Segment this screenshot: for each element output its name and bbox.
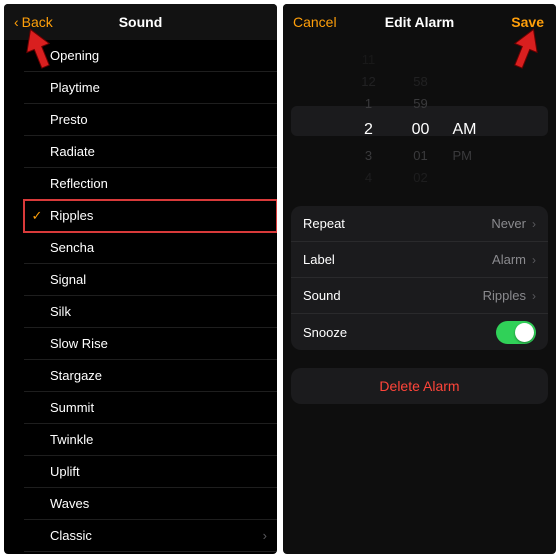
sound-item-label: Presto [50, 112, 277, 127]
save-button[interactable]: Save [511, 14, 544, 30]
chevron-left-icon: ‹ [14, 15, 19, 29]
chevron-right-icon: › [532, 217, 536, 231]
sound-item-label: Summit [50, 400, 277, 415]
sound-item-label: Waves [50, 496, 277, 511]
list-item[interactable]: Summit [24, 392, 277, 424]
chevron-right-icon: › [532, 253, 536, 267]
checkmark-icon: ✓ [24, 208, 50, 224]
sound-item-label: Uplift [50, 464, 277, 479]
row-label[interactable]: Label Alarm › [291, 242, 548, 278]
chevron-right-icon: › [263, 528, 267, 543]
list-item[interactable]: Uplift [24, 456, 277, 488]
navbar-edit: Cancel Edit Alarm Save [283, 4, 556, 40]
page-title: Sound [119, 14, 163, 30]
list-item[interactable]: Reflection [24, 168, 277, 200]
row-repeat[interactable]: Repeat Never › [291, 206, 548, 242]
sound-item-label: Stargaze [50, 368, 277, 383]
list-item[interactable]: Radiate [24, 136, 277, 168]
list-item[interactable]: ✓Ripples [24, 200, 277, 232]
sound-item-label: Signal [50, 272, 277, 287]
picker-hour[interactable]: 11 12 1 2 3 4 [343, 49, 395, 189]
save-label: Save [511, 14, 544, 30]
delete-alarm-button[interactable]: Delete Alarm [291, 368, 548, 404]
sound-item-label: Reflection [50, 176, 277, 191]
sound-item-label: Ripples [50, 208, 277, 223]
picker-ampm[interactable]: . . . AM PM . [447, 49, 497, 189]
list-item[interactable]: Twinkle [24, 424, 277, 456]
delete-section: Delete Alarm [291, 368, 548, 404]
cancel-button[interactable]: Cancel [293, 14, 337, 30]
back-label: Back [22, 14, 53, 30]
sound-item-label: Twinkle [50, 432, 277, 447]
page-title: Edit Alarm [385, 14, 455, 30]
time-picker[interactable]: 11 12 1 2 3 4 . 58 59 00 01 02 . . . AM … [291, 54, 548, 184]
sound-item-label: Slow Rise [50, 336, 277, 351]
picker-minute[interactable]: . 58 59 00 01 02 [395, 49, 447, 189]
sound-item-label: Sencha [50, 240, 277, 255]
sound-list[interactable]: Opening Playtime Presto Radiate Reflection ✓R… [4, 40, 277, 552]
sound-item-label: Silk [50, 304, 277, 319]
list-item[interactable]: Playtime [24, 72, 277, 104]
list-item[interactable]: Stargaze [24, 360, 277, 392]
edit-alarm-screen: Cancel Edit Alarm Save 11 12 1 2 3 4 . 5… [283, 4, 556, 554]
toggle-knob [515, 323, 534, 342]
sound-screen: ‹ Back Sound Opening Playtime Presto Radiat… [4, 4, 277, 554]
list-item[interactable]: Slow Rise [24, 328, 277, 360]
navbar-sound: ‹ Back Sound [4, 4, 277, 40]
alarm-settings: Repeat Never › Label Alarm › Sound Rippl… [291, 206, 548, 350]
list-item[interactable]: Silk [24, 296, 277, 328]
list-item[interactable]: Sencha [24, 232, 277, 264]
cancel-label: Cancel [293, 14, 337, 30]
row-sound[interactable]: Sound Ripples › [291, 278, 548, 314]
chevron-right-icon: › [532, 289, 536, 303]
sound-item-label: Opening [50, 48, 277, 63]
sound-item-label: Radiate [50, 144, 277, 159]
list-item[interactable]: Classic› [24, 520, 277, 552]
sound-item-label: Playtime [50, 80, 277, 95]
back-button[interactable]: ‹ Back [14, 14, 53, 30]
list-item[interactable]: Signal [24, 264, 277, 296]
snooze-toggle[interactable] [496, 321, 536, 344]
list-item[interactable]: Opening [24, 40, 277, 72]
row-snooze: Snooze [291, 314, 548, 350]
list-item[interactable]: Presto [24, 104, 277, 136]
sound-item-label: Classic [50, 528, 263, 543]
list-item[interactable]: Waves [24, 488, 277, 520]
